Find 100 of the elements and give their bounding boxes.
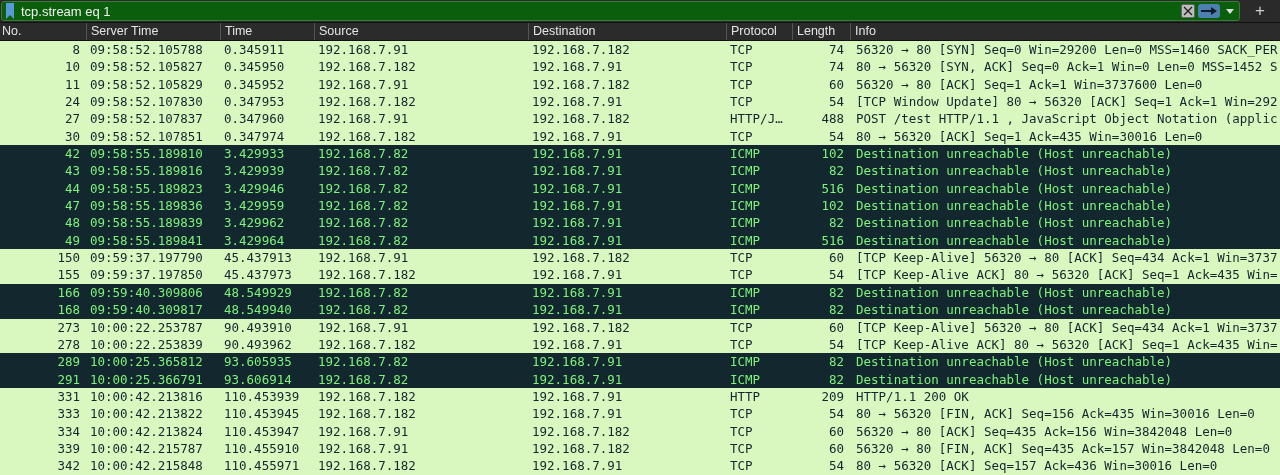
table-cell-text: 342 [56,457,81,475]
table-cell-text: 93.605935 [223,353,293,371]
table-cell-text: 09:58:55.189816 [89,162,204,180]
packet-row[interactable]: 168 09:59:40.309817 48.549940 192.168.7.82 192.168.7.91 ICMP 82 Destination unreachable (Host unreachable) [0,301,1280,319]
table-cell-text: 516 [820,231,845,250]
table-cell-text: Destination unreachable (Host unreachable) [855,145,1174,163]
apply-filter-button[interactable] [1198,4,1220,18]
table-cell-text: 192.168.7.82 [317,283,410,302]
table-cell-text: 10 [63,58,81,76]
table-cell-text: 48 [63,214,81,232]
table-cell-text: 110.455910 [223,439,301,458]
table-cell-text: TCP [729,93,754,111]
table-cell-text: 0.345952 [223,75,286,94]
table-cell-text: 09:59:37.197850 [89,266,204,284]
column-header[interactable]: Protocol [726,23,792,40]
table-cell-text: 192.168.7.91 [317,41,410,59]
packet-row[interactable]: 10 09:58:52.105827 0.345950 192.168.7.182 192.168.7.91 TCP 74 80 → 56320 [SYN, ACK] Seq=0 Ack=1 Win=0 Len=0 MSS=1452 S [0,58,1280,76]
add-filter-button[interactable]: + [1240,1,1280,21]
table-cell-text: 10:00:42.215848 [89,457,204,475]
table-cell-text: 192.168.7.91 [317,249,410,267]
table-cell-text: Destination unreachable (Host unreachable) [855,214,1174,232]
table-cell-text: 192.168.7.82 [317,370,410,388]
table-cell-text: 10:00:25.365812 [89,353,204,371]
caret-icon [1226,8,1234,14]
clear-button[interactable] [1181,4,1195,18]
table-cell-text: TCP [729,41,754,59]
packet-row[interactable]: 43 09:58:55.189816 3.429939 192.168.7.82 192.168.7.91 ICMP 82 Destination unreachable (Host unreachable) [0,162,1280,180]
table-cell-text: 10:00:42.213822 [89,405,204,423]
table-cell-text: 192.168.7.91 [317,439,410,458]
column-header[interactable]: Time [220,23,314,40]
column-header[interactable]: No. [0,23,86,40]
table-cell-text: 110.453939 [223,387,301,406]
packet-row[interactable]: 48 09:58:55.189839 3.429962 192.168.7.82 192.168.7.91 ICMP 82 Destination unreachable (Host unreachable) [0,214,1280,232]
table-cell-text: 192.168.7.91 [531,197,624,215]
table-cell-text: 3.429962 [223,214,286,232]
table-cell-text: 43 [63,162,81,180]
table-cell-text: 60 [827,439,845,458]
table-cell-text: 192.168.7.91 [531,353,624,371]
table-cell-text: 09:58:52.107830 [89,93,204,111]
table-cell-text: 09:58:52.107851 [89,127,204,146]
table-cell-text: 10:00:42.213824 [89,422,204,440]
table-cell-text: TCP [729,457,754,475]
table-cell-text: 192.168.7.82 [317,214,410,232]
packet-row[interactable]: 155 09:59:37.197850 45.437973 192.168.7.182 192.168.7.91 TCP 54 [TCP Keep-Alive ACK] 80 → 56320 [ACK] Seq=1 Ack=435 Win= [0,266,1280,284]
table-cell-text: 209 [820,387,845,406]
column-header[interactable]: Length [792,23,850,40]
column-header[interactable]: Server Time [86,23,220,40]
table-cell-text: 93.606914 [223,370,293,388]
packet-row[interactable]: 8 09:58:52.105788 0.345911 192.168.7.91 192.168.7.182 TCP 74 56320 → 80 [SYN] Seq=0 Win=29200 Len=0 MSS=1460 SACK_PER [0,41,1280,59]
table-cell-text: 192.168.7.82 [317,231,410,250]
packet-row[interactable]: 333 10:00:42.213822 110.453945 192.168.7.182 192.168.7.91 TCP 54 80 → 56320 [FIN, ACK] Seq=156 Ack=435 Win=30016 Len=0 [0,405,1280,423]
display-filter-field[interactable]: tcp.stream eq 1 [21,2,1181,20]
packet-row[interactable]: 150 09:59:37.197790 45.437913 192.168.7.91 192.168.7.182 TCP 60 [TCP Keep-Alive] 56320 → 80 [ACK] Seq=434 Ack=1 Win=3737 [0,249,1280,267]
table-cell-text: TCP [729,439,754,458]
table-cell-text: Destination unreachable (Host unreachable) [855,179,1174,198]
table-cell-text: 60 [827,318,845,336]
table-cell-text: 273 [56,318,81,336]
table-cell-text: [TCP Keep-Alive] 56320 → 80 [ACK] Seq=434 Ack=1 Win=3737 [855,249,1279,267]
table-cell-text: 48.549929 [223,283,293,302]
packet-row[interactable]: 47 09:58:55.189836 3.429959 192.168.7.82 192.168.7.91 ICMP 102 Destination unreachable (Host unreachable) [0,197,1280,215]
table-cell-text: 80 → 56320 [ACK] Seq=1 Ack=435 Win=30016 Len=0 [855,127,1204,146]
table-cell-text: 516 [820,179,845,198]
table-cell-text: HTTP/1.1 200 OK [855,387,970,406]
table-cell-text: 3.429939 [223,162,286,180]
packet-row[interactable]: 24 09:58:52.107830 0.347953 192.168.7.182 192.168.7.91 TCP 54 [TCP Window Update] 80 → 56320 [ACK] Seq=1 Ack=1 Win=292 [0,93,1280,111]
table-cell-text: 291 [56,370,81,388]
bookmark-icon[interactable] [5,3,15,19]
column-header[interactable]: Source [314,23,528,40]
column-header[interactable]: Destination [528,23,726,40]
table-cell-text: 09:58:55.189839 [89,214,204,232]
column-header[interactable]: Info [850,23,1280,40]
table-cell-text: 44 [63,179,81,198]
table-cell-text: ICMP [729,145,762,163]
table-cell-text: ICMP [729,370,762,388]
filter-bar[interactable]: tcp.stream eq 1 [1,1,1240,21]
table-cell-text: 45.437913 [223,249,293,267]
table-cell-text: 150 [56,249,81,267]
table-cell-text: 54 [827,127,845,146]
packet-row[interactable]: 289 10:00:25.365812 93.605935 192.168.7.82 192.168.7.91 ICMP 82 Destination unreachable (Host unreachable) [0,353,1280,371]
table-cell-text: TCP [729,266,754,284]
packet-row[interactable]: 42 09:58:55.189810 3.429933 192.168.7.82 192.168.7.91 ICMP 102 Destination unreachable (Host unreachable) [0,145,1280,163]
table-cell-text: ICMP [729,231,762,250]
table-cell-text: 82 [827,214,845,232]
table-cell-text: [TCP Keep-Alive] 56320 → 80 [ACK] Seq=434 Ack=1 Win=3737 [855,318,1279,336]
packet-row[interactable]: 27 09:58:52.107837 0.347960 192.168.7.91 192.168.7.182 HTTP/J… 488 POST /test HTTP/1.1 , JavaScript Object Notation (applic [0,110,1280,128]
table-cell-text: 3.429959 [223,197,286,215]
table-cell-text: 10:00:22.253839 [89,335,204,354]
table-cell-text: 488 [820,110,845,128]
table-cell-text: ICMP [729,353,762,371]
table-cell-text: 155 [56,266,81,284]
table-cell-text: 192.168.7.82 [317,162,410,180]
table-cell-text: TCP [729,249,754,267]
table-cell-text: 192.168.7.91 [531,283,624,302]
packet-row[interactable]: 342 10:00:42.215848 110.455971 192.168.7.182 192.168.7.91 TCP 54 80 → 56320 [ACK] Seq=157 Ack=436 Win=30016 Len=0 [0,457,1280,475]
arrow-icon [1201,7,1217,15]
table-cell-text: 192.168.7.91 [531,214,624,232]
table-cell-text: 82 [827,162,845,180]
table-cell-text: 10:00:42.213816 [89,387,204,406]
table-cell-text: 192.168.7.182 [531,422,631,440]
table-cell-text: 56320 → 80 [ACK] Seq=435 Ack=156 Win=3842048 Len=0 [855,422,1234,440]
